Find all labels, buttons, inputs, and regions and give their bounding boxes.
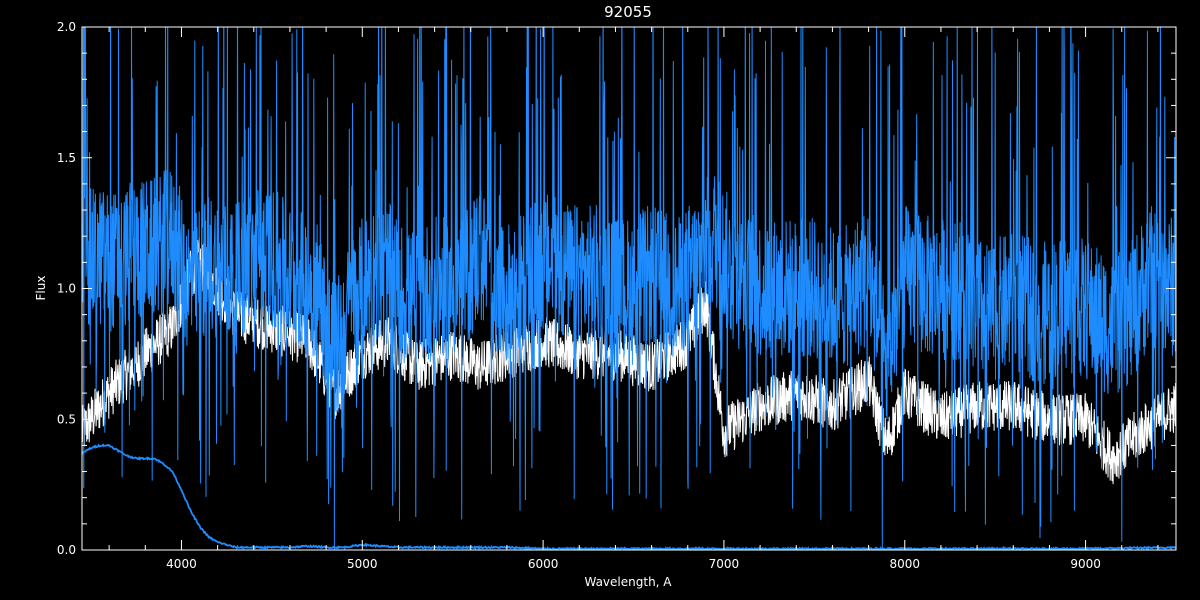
x-tick-label: 5000 bbox=[347, 557, 378, 571]
y-tick-label: 2.0 bbox=[57, 20, 76, 34]
spectrum-chart: 92055 Wavelength, A Flux 4000 5000 6000 700… bbox=[0, 0, 1200, 600]
chart-title: 92055 bbox=[604, 3, 652, 21]
y-tick-label: 1.0 bbox=[57, 282, 76, 296]
y-axis-label: Flux bbox=[34, 276, 48, 301]
x-tick-label: 7000 bbox=[709, 557, 740, 571]
y-tick-label: 0.0 bbox=[57, 543, 76, 557]
x-tick-label: 4000 bbox=[166, 557, 197, 571]
x-tick-label: 9000 bbox=[1070, 557, 1101, 571]
y-tick-label: 0.5 bbox=[57, 412, 76, 426]
y-tick-label: 1.5 bbox=[57, 151, 76, 165]
x-axis-label: Wavelength, A bbox=[584, 575, 672, 589]
x-tick-label: 6000 bbox=[528, 557, 559, 571]
x-tick-label: 8000 bbox=[889, 557, 920, 571]
